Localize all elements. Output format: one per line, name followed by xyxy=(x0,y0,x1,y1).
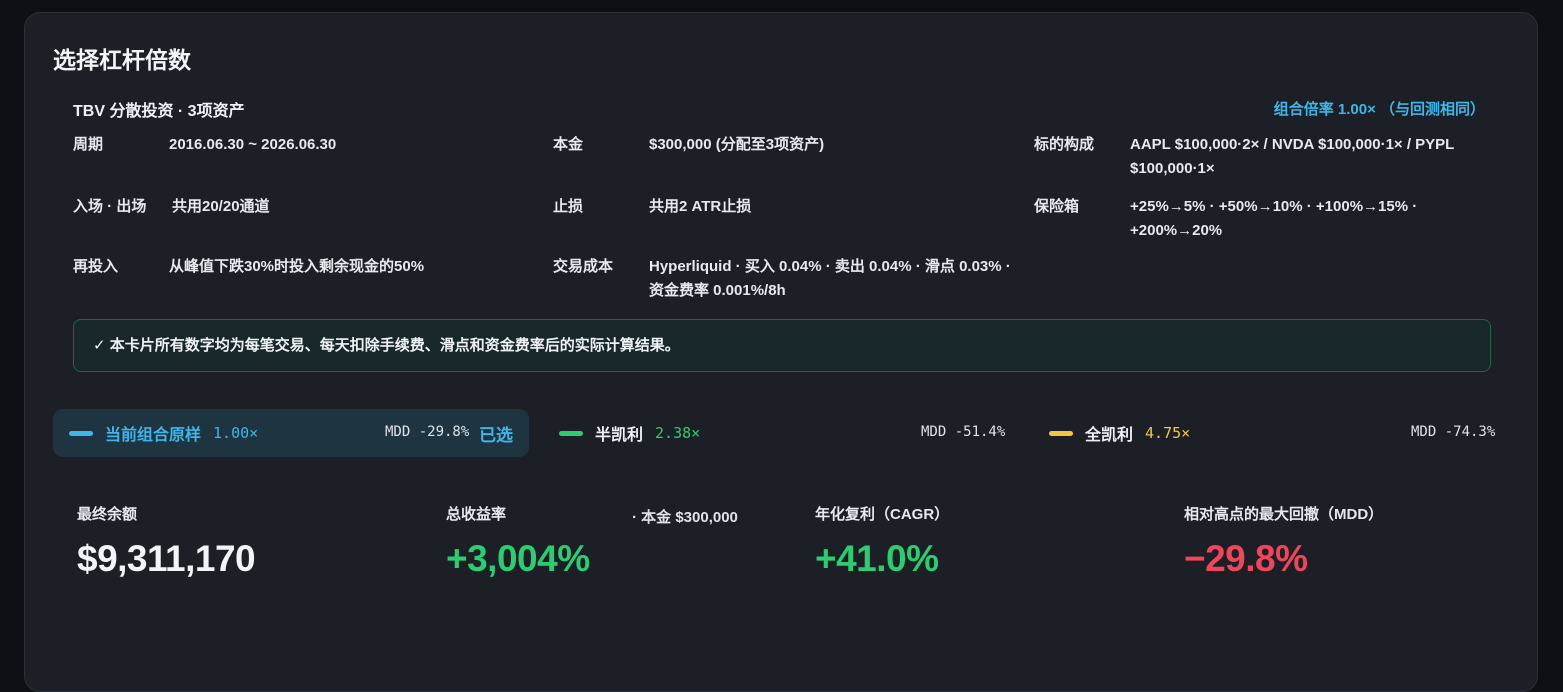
option-mdd: MDD -29.8% xyxy=(385,424,470,440)
stat-label: 年化复利（CAGR） xyxy=(815,506,950,523)
series-color-icon xyxy=(69,430,93,436)
stat-cagr: 年化复利（CAGR） +41.0% xyxy=(815,503,949,580)
option-multiplier: 1.00× xyxy=(213,424,259,442)
param-label: 本金 xyxy=(553,136,584,153)
series-color-icon xyxy=(1049,430,1073,436)
leverage-option-full-kelly[interactable]: 全凯利 4.75× MDD -74.3% xyxy=(1049,409,1509,457)
option-name: 全凯利 xyxy=(1085,427,1134,444)
option-name: 半凯利 xyxy=(595,427,644,444)
leverage-option-current[interactable]: 当前组合原样 1.00× MDD -29.8% 已选 xyxy=(53,409,529,457)
param-value: AAPL $100,000·2× / NVDA $100,000·1× / PY… xyxy=(1130,136,1455,177)
series-color-icon xyxy=(559,430,583,436)
stat-value: −29.8% xyxy=(1184,538,1308,579)
stat-value: +3,004% xyxy=(446,538,590,579)
option-multiplier: 2.38× xyxy=(655,424,701,442)
selected-badge: 已选 xyxy=(479,426,513,445)
stat-mdd: 相对高点的最大回撤（MDD） −29.8% xyxy=(1184,503,1383,580)
option-multiplier: 4.75× xyxy=(1145,424,1191,442)
param-label: 入场 · 出场 xyxy=(73,198,147,215)
stat-principal-note: · 本金 $300,000 xyxy=(632,509,738,526)
stat-label: 相对高点的最大回撤（MDD） xyxy=(1184,506,1384,523)
param-value: 共用2 ATR止损 xyxy=(649,198,752,215)
stat-value: +41.0% xyxy=(815,538,939,579)
param-label: 保险箱 xyxy=(1034,198,1080,215)
stat-total-return: 总收益率 +3,004% xyxy=(446,503,590,580)
param-label: 标的构成 xyxy=(1034,136,1095,153)
param-label: 交易成本 xyxy=(553,258,614,275)
card-title: 选择杠杆倍数 xyxy=(53,47,191,73)
stat-final-balance: 最终余额 $9,311,170 xyxy=(77,503,256,580)
stat-label: 最终余额 xyxy=(77,506,138,523)
leverage-option-half-kelly[interactable]: 半凯利 2.38× MDD -51.4% xyxy=(559,409,1019,457)
param-value: Hyperliquid · 买入 0.04% · 卖出 0.04% · 滑点 0… xyxy=(649,258,1011,299)
param-value: 从峰值下跌30%时投入剩余现金的50% xyxy=(169,258,425,275)
param-value: 共用20/20通道 xyxy=(172,198,270,215)
param-label: 周期 xyxy=(73,136,104,153)
option-mdd: MDD -74.3% xyxy=(1411,424,1496,440)
strategy-name: TBV 分散投资 · 3项资产 xyxy=(73,103,245,120)
param-label: 止损 xyxy=(553,198,584,215)
stat-label: 总收益率 xyxy=(446,506,507,523)
option-name: 当前组合原样 xyxy=(105,427,202,444)
param-value: 2016.06.30 ~ 2026.06.30 xyxy=(169,136,337,153)
param-label: 再投入 xyxy=(73,258,119,275)
param-value: +25%→5% · +50%→10% · +100%→15% · +200%→2… xyxy=(1130,198,1418,239)
option-mdd: MDD -51.4% xyxy=(921,424,1006,440)
leverage-card: 选择杠杆倍数 TBV 分散投资 · 3项资产 组合倍率 1.00× （与回测相同… xyxy=(24,12,1538,692)
notice-banner: ✓ 本卡片所有数字均为每笔交易、每天扣除手续费、滑点和资金费率后的实际计算结果。 xyxy=(73,319,1491,372)
ratio-tag: 组合倍率 1.00× （与回测相同） xyxy=(1273,101,1485,118)
stat-value: $9,311,170 xyxy=(77,538,256,579)
param-value: $300,000 (分配至3项资产) xyxy=(649,136,825,153)
